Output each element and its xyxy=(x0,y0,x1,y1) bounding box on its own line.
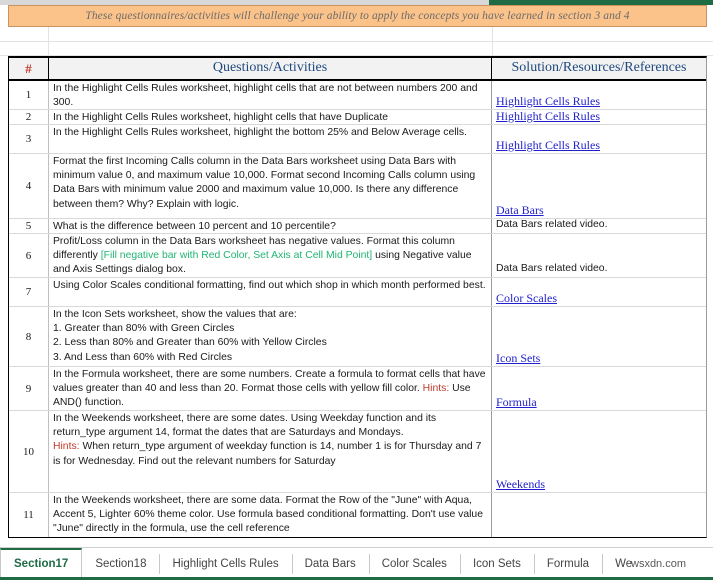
solution-cell: Highlight Cells Rules xyxy=(492,125,706,153)
row-number-cell: 10 xyxy=(9,411,49,492)
solution-cell xyxy=(492,493,706,537)
sheet-tab-label: Color Scales xyxy=(382,558,447,570)
table-row: 10In the Weekends worksheet, there are s… xyxy=(9,411,706,493)
question-cell: In the Highlight Cells Rules worksheet, … xyxy=(49,125,492,153)
question-text: What is the difference between 10 percen… xyxy=(53,221,336,232)
sheet-tab-section17[interactable]: Section17 xyxy=(0,548,82,577)
question-cell: Format the first Incoming Calls column i… xyxy=(49,154,492,218)
row-number-cell: 11 xyxy=(9,493,49,537)
row-number-cell: 7 xyxy=(9,278,49,306)
solution-cell: Data Bars related video. xyxy=(492,219,706,233)
question-text-line: 3. And Less than 60% with Red Circles xyxy=(53,351,488,365)
sheet-tab-label: Data Bars xyxy=(305,558,356,570)
sheet-tab-label: Section17 xyxy=(14,558,68,570)
sheet-tab-label: We xyxy=(615,558,632,570)
question-text-line: 2. Less than 80% and Greater than 60% wi… xyxy=(53,336,488,350)
question-cell: In the Highlight Cells Rules worksheet, … xyxy=(49,110,492,124)
row-number-cell: 9 xyxy=(9,367,49,410)
solution-link[interactable]: Data Bars xyxy=(496,203,544,217)
row-number-cell: 2 xyxy=(9,110,49,124)
sheet-tab-icon-sets[interactable]: Icon Sets xyxy=(460,548,534,580)
question-hint-label: Hints: xyxy=(423,383,450,394)
question-hint-label: Hints: xyxy=(53,441,80,452)
questions-table: #Questions/ActivitiesSolution/Resources/… xyxy=(8,56,707,538)
row-number-cell: 8 xyxy=(9,307,49,366)
question-text: In the Weekends worksheet, there are som… xyxy=(53,495,483,534)
sheet-tab-formula[interactable]: Formula xyxy=(534,548,602,580)
row-number-cell: 5 xyxy=(9,219,49,233)
solution-link[interactable]: Highlight Cells Rules xyxy=(496,138,600,152)
solution-cell: Color Scales xyxy=(492,278,706,306)
blank-grid-divider-left xyxy=(48,27,49,55)
question-note-green: [Fill negative bar with Red Color, Set A… xyxy=(101,250,372,261)
intro-banner: These questionnaires/activities will cha… xyxy=(8,5,707,27)
solution-link[interactable]: Icon Sets xyxy=(496,351,540,365)
solution-link[interactable]: Weekends xyxy=(496,477,545,491)
solution-cell: Highlight Cells Rules xyxy=(492,110,706,124)
table-row: 8 In the Icon Sets worksheet, show the va… xyxy=(9,307,706,367)
question-cell: Using Color Scales conditional formattin… xyxy=(49,278,492,306)
question-cell: What is the difference between 10 percen… xyxy=(49,219,492,233)
table-row: 2 In the Highlight Cells Rules worksheet,… xyxy=(9,110,706,125)
question-text: In the Highlight Cells Rules worksheet, … xyxy=(53,83,478,108)
blank-grid-divider-right xyxy=(492,27,493,55)
question-text: In the Formula worksheet, there are some… xyxy=(53,369,486,394)
row-number-cell: 6 xyxy=(9,234,49,277)
header-cell-solution: Solution/Resources/References xyxy=(492,58,706,79)
sheet-tab-section18[interactable]: Section18 xyxy=(82,548,159,580)
table-row: 9In the Formula worksheet, there are som… xyxy=(9,367,706,411)
spreadsheet-app: These questionnaires/activities will cha… xyxy=(0,0,713,579)
solution-cell: Icon Sets xyxy=(492,307,706,366)
sheet-tab-we[interactable]: We xyxy=(602,548,645,580)
blank-grid-row-1 xyxy=(0,41,713,42)
table-row: 4Format the first Incoming Calls column … xyxy=(9,154,706,219)
solution-link[interactable]: Formula xyxy=(496,395,537,409)
table-row: 1In the Highlight Cells Rules worksheet,… xyxy=(9,81,706,110)
table-row: 5 What is the difference between 10 perce… xyxy=(9,219,706,234)
sheet-tab-label: Icon Sets xyxy=(473,558,521,570)
table-row: 6Profit/Loss column in the Data Bars wor… xyxy=(9,234,706,278)
sheet-tab-highlight-cells-rules[interactable]: Highlight Cells Rules xyxy=(159,548,291,580)
question-text: In the Weekends worksheet, there are som… xyxy=(53,413,436,438)
question-text-line: 1. Greater than 80% with Green Circles xyxy=(53,322,488,336)
sheet-tab-bar[interactable]: Section17 Section18 Highlight Cells Rules D… xyxy=(0,547,713,580)
question-cell: In the Weekends worksheet, there are som… xyxy=(49,493,492,537)
sheet-tab-data-bars[interactable]: Data Bars xyxy=(292,548,369,580)
row-number-cell: 4 xyxy=(9,154,49,218)
solution-cell: Formula xyxy=(492,367,706,410)
question-cell: In the Formula worksheet, there are some… xyxy=(49,367,492,410)
solution-link[interactable]: Highlight Cells Rules xyxy=(496,94,600,108)
solution-link[interactable]: Highlight Cells Rules xyxy=(496,109,600,123)
header-cell-questions: Questions/Activities xyxy=(49,58,492,79)
sheet-tab-label: Highlight Cells Rules xyxy=(172,558,278,570)
question-text-line: In the Icon Sets worksheet, show the val… xyxy=(53,308,488,322)
sheet-tab-color-scales[interactable]: Color Scales xyxy=(369,548,460,580)
intro-banner-text: These questionnaires/activities will cha… xyxy=(85,10,629,22)
solution-cell: Data Bars related video. xyxy=(492,234,706,277)
table-row: 3 In the Highlight Cells Rules worksheet,… xyxy=(9,125,706,154)
question-cell: In the Highlight Cells Rules worksheet, … xyxy=(49,81,492,109)
sheet-tab-label: Section18 xyxy=(95,558,146,570)
question-cell: Profit/Loss column in the Data Bars work… xyxy=(49,234,492,277)
question-text: Using Color Scales conditional formattin… xyxy=(53,280,486,291)
question-text: When return_type argument of weekday fun… xyxy=(53,441,481,466)
question-text: Format the first Incoming Calls column i… xyxy=(53,156,475,210)
solution-cell: Data Bars xyxy=(492,154,706,218)
solution-link[interactable]: Color Scales xyxy=(496,291,557,305)
row-number-cell: 1 xyxy=(9,81,49,109)
solution-cell: Weekends xyxy=(492,411,706,492)
question-text: In the Highlight Cells Rules worksheet, … xyxy=(53,112,388,123)
solution-note: Data Bars related video. xyxy=(496,218,702,232)
table-row: 11In the Weekends worksheet, there are s… xyxy=(9,493,706,537)
solution-cell: Highlight Cells Rules xyxy=(492,81,706,109)
solution-note: Data Bars related video. xyxy=(496,262,702,276)
table-header-row: #Questions/ActivitiesSolution/Resources/… xyxy=(9,58,706,81)
header-cell-number: # xyxy=(9,58,49,79)
question-cell: In the Icon Sets worksheet, show the val… xyxy=(49,307,492,366)
sheet-tab-label: Formula xyxy=(547,558,589,570)
table-row: 7 Using Color Scales conditional formatti… xyxy=(9,278,706,307)
question-text: In the Highlight Cells Rules worksheet, … xyxy=(53,127,467,138)
question-cell: In the Weekends worksheet, there are som… xyxy=(49,411,492,492)
row-number-cell: 3 xyxy=(9,125,49,153)
